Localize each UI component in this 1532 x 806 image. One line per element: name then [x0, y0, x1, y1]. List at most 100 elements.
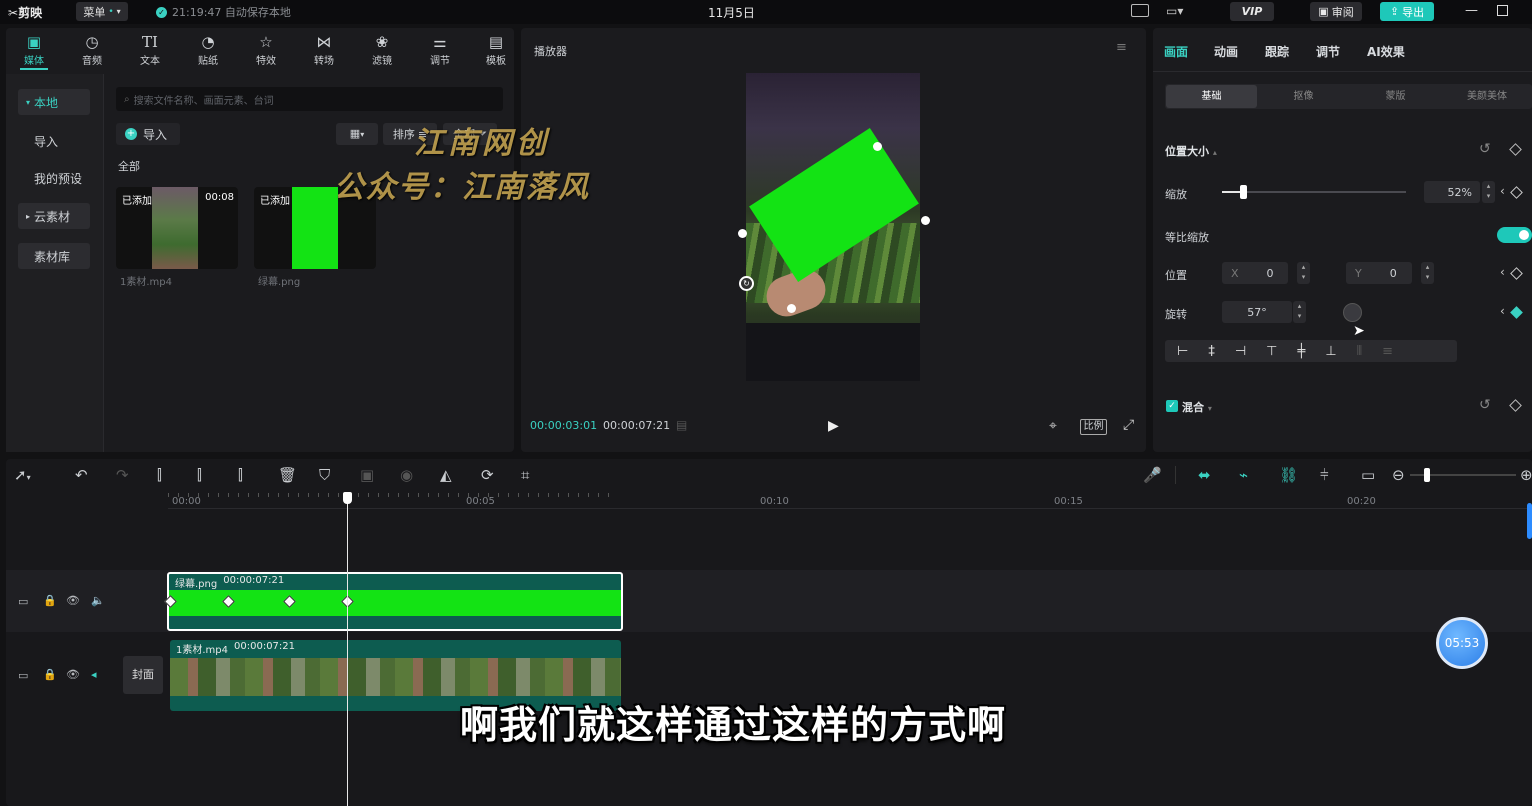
- subtab-matting[interactable]: 抠像: [1258, 85, 1349, 108]
- split-left-icon[interactable]: ⫿: [197, 466, 202, 484]
- track-toggle-icon[interactable]: ▭: [18, 595, 28, 608]
- vip-badge[interactable]: VIP: [1230, 2, 1274, 21]
- align-bottom-icon[interactable]: ⊥: [1325, 344, 1336, 359]
- crop-icon[interactable]: ⌗: [521, 466, 529, 484]
- playhead-handle[interactable]: [343, 492, 352, 504]
- fit-view-icon[interactable]: ⌖: [1049, 418, 1057, 434]
- align-top-icon[interactable]: ⊤: [1266, 344, 1277, 359]
- subtab-mask[interactable]: 蒙版: [1350, 85, 1441, 108]
- freeze-icon[interactable]: ▣: [360, 466, 374, 484]
- tool-template[interactable]: ▤ 模板: [470, 32, 522, 67]
- maximize-button[interactable]: [1497, 5, 1508, 16]
- subtab-basic[interactable]: 基础: [1166, 85, 1257, 108]
- keyboard-icon[interactable]: [1131, 4, 1149, 17]
- tool-adjust[interactable]: ⚌ 调节: [414, 32, 466, 67]
- reset-icon[interactable]: ↺: [1479, 141, 1491, 157]
- reverse-icon[interactable]: ◉: [400, 466, 413, 484]
- microphone-icon[interactable]: 🎤: [1143, 466, 1162, 484]
- scale-slider-thumb[interactable]: [1240, 185, 1247, 199]
- rotate-handle-icon[interactable]: ↻: [739, 276, 754, 291]
- caption-icon[interactable]: ▭: [1361, 466, 1375, 484]
- y-stepper-icon[interactable]: ▴ ▾: [1421, 262, 1434, 284]
- export-button[interactable]: ⇪ 导出: [1380, 2, 1434, 21]
- clip-greenscreen[interactable]: 绿幕.png 00:00:07:21: [167, 572, 623, 631]
- prev-keyframe-icon[interactable]: ‹: [1500, 184, 1505, 198]
- select-tool-icon[interactable]: ➚▾: [14, 466, 31, 487]
- rotate-dial[interactable]: [1343, 303, 1362, 322]
- rotate-stepper-icon[interactable]: ▴ ▾: [1293, 301, 1306, 323]
- tab-canvas[interactable]: 画面: [1164, 43, 1188, 60]
- delete-icon[interactable]: 🗑: [278, 466, 297, 484]
- prev-keyframe-icon[interactable]: ‹: [1500, 265, 1505, 279]
- tab-tracking[interactable]: 跟踪: [1265, 43, 1289, 60]
- undo-icon[interactable]: ↶: [75, 466, 88, 484]
- link-icon[interactable]: ⛓: [1279, 466, 1298, 484]
- redo-icon[interactable]: ↷: [116, 466, 129, 484]
- ratio-button[interactable]: 比例: [1080, 419, 1107, 435]
- align-right-icon[interactable]: ⊣: [1235, 344, 1246, 359]
- tool-filter[interactable]: ❀ 滤镜: [356, 32, 408, 67]
- reset-icon[interactable]: ↺: [1479, 397, 1491, 413]
- fullscreen-icon[interactable]: ⤢: [1123, 417, 1134, 433]
- menu-button[interactable]: 菜单 • ▾: [76, 2, 128, 21]
- prev-keyframe-icon[interactable]: ‹: [1500, 304, 1505, 318]
- floating-timer[interactable]: 05:53: [1436, 617, 1488, 669]
- subtab-beauty[interactable]: 美颜美体: [1442, 85, 1532, 108]
- tab-ai-effects[interactable]: AI效果: [1367, 43, 1405, 60]
- tab-adjust[interactable]: 调节: [1316, 43, 1340, 60]
- transform-handle-right[interactable]: [921, 216, 930, 225]
- transform-handle-left[interactable]: [738, 229, 747, 238]
- preview-axis-icon[interactable]: ⫩: [1320, 466, 1329, 484]
- zoom-slider-thumb[interactable]: [1424, 468, 1430, 482]
- align-center-v-icon[interactable]: ╪: [1297, 344, 1305, 359]
- transform-handle-bottom[interactable]: [787, 304, 796, 313]
- sidebar-item-import[interactable]: 导入: [18, 128, 90, 154]
- rotate-input[interactable]: 57°: [1222, 301, 1292, 323]
- align-center-h-icon[interactable]: ‡: [1208, 344, 1215, 359]
- tool-transition[interactable]: ⋈ 转场: [298, 32, 350, 67]
- uniform-scale-toggle[interactable]: [1497, 227, 1532, 243]
- media-item-video[interactable]: 已添加 00:08: [116, 187, 238, 269]
- scale-slider-track[interactable]: [1222, 191, 1406, 193]
- tool-text[interactable]: TI 文本: [124, 32, 176, 67]
- y-input[interactable]: Y0: [1346, 262, 1412, 284]
- minimize-button[interactable]: —: [1465, 3, 1478, 18]
- sidebar-item-local[interactable]: ▾ 本地: [18, 89, 90, 115]
- lock-icon[interactable]: 🔒: [43, 594, 57, 607]
- tool-sticker[interactable]: ◔ 贴纸: [182, 32, 234, 67]
- cover-button[interactable]: 封面: [123, 656, 163, 694]
- play-button[interactable]: ▶: [828, 418, 839, 434]
- lock-icon[interactable]: 🔒: [43, 668, 57, 681]
- distribute-h-icon[interactable]: ⫴: [1357, 344, 1362, 359]
- track-toggle-icon[interactable]: ▭: [18, 669, 28, 682]
- split-icon[interactable]: ⫿: [157, 466, 162, 484]
- zoom-in-icon[interactable]: ⊕: [1520, 466, 1532, 484]
- tool-media[interactable]: ▣ 媒体: [8, 32, 60, 67]
- transform-handle-top[interactable]: [873, 142, 882, 151]
- tool-audio[interactable]: ◷ 音频: [66, 32, 118, 67]
- scale-stepper-icon[interactable]: ▴ ▾: [1482, 181, 1495, 203]
- sidebar-item-presets[interactable]: 我的预设: [18, 165, 90, 191]
- marker-icon[interactable]: ⛉: [319, 466, 330, 484]
- mute-icon[interactable]: ◂: [91, 668, 97, 681]
- sidebar-item-cloud[interactable]: ▸ 云素材: [18, 203, 90, 229]
- snap-icon[interactable]: ⌁: [1239, 466, 1248, 484]
- x-input[interactable]: X0: [1222, 262, 1288, 284]
- blend-checkbox[interactable]: ✓: [1166, 400, 1178, 412]
- scale-input[interactable]: 52%: [1424, 181, 1480, 203]
- mirror-icon[interactable]: ◭: [440, 466, 452, 484]
- split-right-icon[interactable]: ⫿: [238, 466, 243, 484]
- review-button[interactable]: ▣ 审阅: [1310, 2, 1362, 21]
- layout-icon[interactable]: ▭▾: [1166, 4, 1183, 18]
- main-track-magnet-icon[interactable]: ⬌: [1198, 466, 1211, 484]
- speaker-icon[interactable]: 🔈: [91, 594, 105, 607]
- rotate-icon[interactable]: ⟳: [481, 466, 494, 484]
- search-box[interactable]: ⌕ 搜索文件名称、画面元素、台词: [116, 87, 503, 111]
- right-scroll-handle[interactable]: [1527, 503, 1532, 539]
- zoom-out-icon[interactable]: ⊖: [1392, 466, 1405, 484]
- eye-icon[interactable]: 👁: [66, 594, 80, 607]
- sidebar-item-library[interactable]: 素材库: [18, 243, 90, 269]
- player-menu-icon[interactable]: ≡: [1116, 40, 1127, 55]
- tool-effects[interactable]: ☆ 特效: [240, 32, 292, 67]
- section-position-size[interactable]: 位置大小 ▴: [1165, 143, 1217, 159]
